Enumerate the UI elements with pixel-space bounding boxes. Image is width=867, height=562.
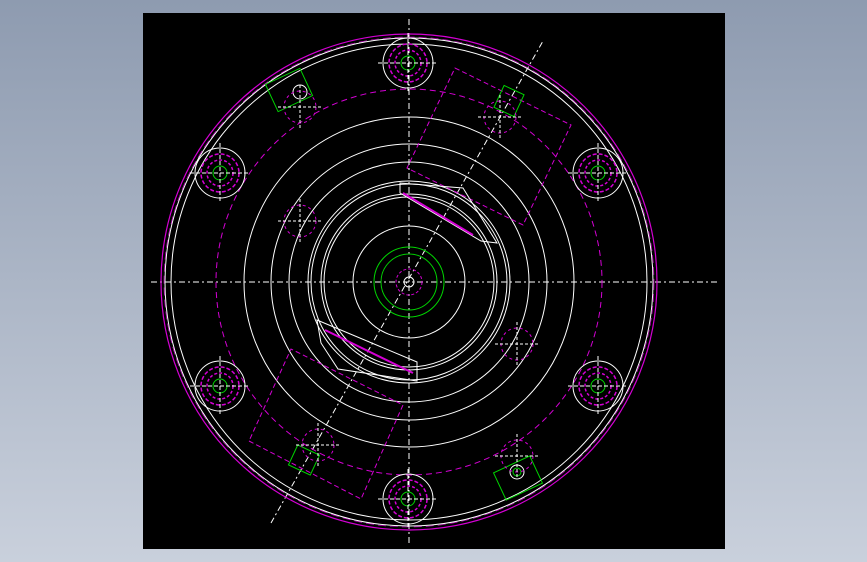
pin-block-bottom-left — [287, 444, 321, 476]
bolt-hole-1 — [378, 33, 438, 93]
bolt-hole-2 — [190, 143, 250, 203]
centerlines — [151, 19, 717, 545]
flange-top-view-drawing — [151, 19, 717, 545]
slots — [248, 67, 572, 500]
bolt-hole-6 — [378, 469, 438, 529]
slot-lower-hidden — [324, 329, 414, 374]
cad-drawing-canvas[interactable] — [143, 13, 725, 549]
bolt-hole-3 — [568, 143, 628, 203]
